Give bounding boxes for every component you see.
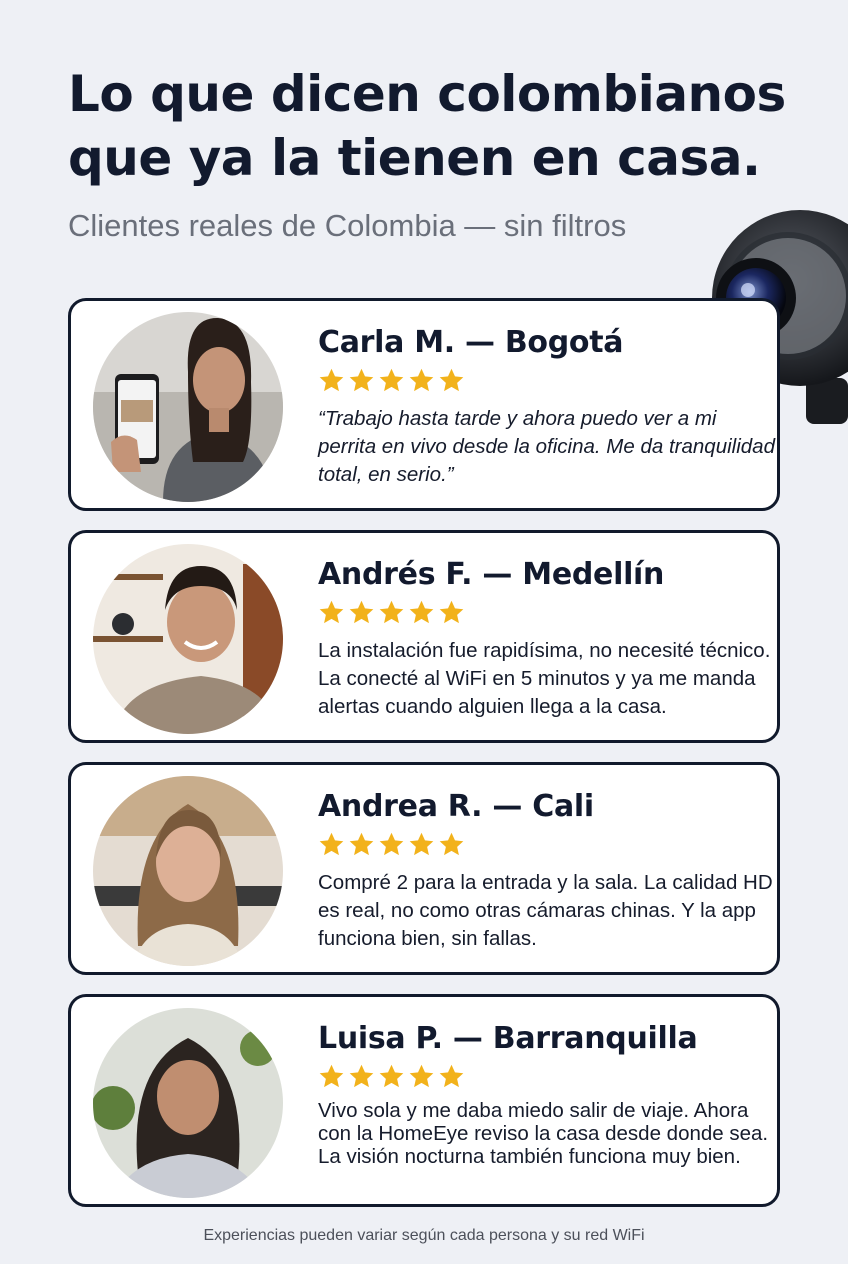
- star-icon: [348, 1063, 375, 1090]
- review-card: Andrés F. — Medellín La instalación fue …: [68, 530, 780, 743]
- star-icon: [348, 599, 375, 626]
- star-rating: [318, 599, 465, 626]
- star-icon: [318, 1063, 345, 1090]
- star-icon: [348, 831, 375, 858]
- star-icon: [438, 831, 465, 858]
- star-icon: [408, 599, 435, 626]
- reviewer-name: Luisa P. — Barranquilla: [318, 1021, 698, 1056]
- review-text: Compré 2 para la entrada y la sala. La c…: [318, 871, 773, 950]
- page-title: Lo que dicen colombianos que ya la tiene…: [68, 65, 786, 187]
- star-icon: [318, 367, 345, 394]
- star-icon: [318, 599, 345, 626]
- star-rating: [318, 367, 465, 394]
- star-icon: [378, 599, 405, 626]
- avatar: [93, 776, 283, 966]
- star-icon: [408, 831, 435, 858]
- star-icon: [378, 831, 405, 858]
- review-text: “Trabajo hasta tarde y ahora puedo ver a…: [318, 407, 775, 486]
- avatar: [93, 544, 283, 734]
- avatar: [93, 1008, 283, 1198]
- reviewer-name: Andrea R. — Cali: [318, 789, 594, 824]
- star-icon: [378, 367, 405, 394]
- star-icon: [378, 1063, 405, 1090]
- star-icon: [408, 367, 435, 394]
- star-rating: [318, 1063, 465, 1090]
- review-text: Vivo sola y me daba miedo salir de viaje…: [318, 1099, 769, 1168]
- star-icon: [438, 367, 465, 394]
- star-icon: [348, 367, 375, 394]
- star-icon: [408, 1063, 435, 1090]
- star-icon: [318, 831, 345, 858]
- star-rating: [318, 831, 465, 858]
- star-icon: [438, 1063, 465, 1090]
- reviewer-name: Andrés F. — Medellín: [318, 557, 665, 592]
- disclaimer: Experiencias pueden variar según cada pe…: [203, 1227, 645, 1244]
- review-card: Andrea R. — Cali Compré 2 para la entrad…: [68, 762, 780, 975]
- reviewer-name: Carla M. — Bogotá: [318, 325, 624, 360]
- review-text: La instalación fue rapidísima, no necesi…: [318, 639, 771, 718]
- review-card: Luisa P. — Barranquilla Vivo sola y me d…: [68, 994, 780, 1207]
- avatar: [93, 312, 283, 502]
- page-subtitle: Clientes reales de Colombia — sin filtro…: [68, 208, 627, 243]
- review-card: Carla M. — Bogotá “Trabajo hasta tarde y…: [68, 298, 780, 511]
- star-icon: [438, 599, 465, 626]
